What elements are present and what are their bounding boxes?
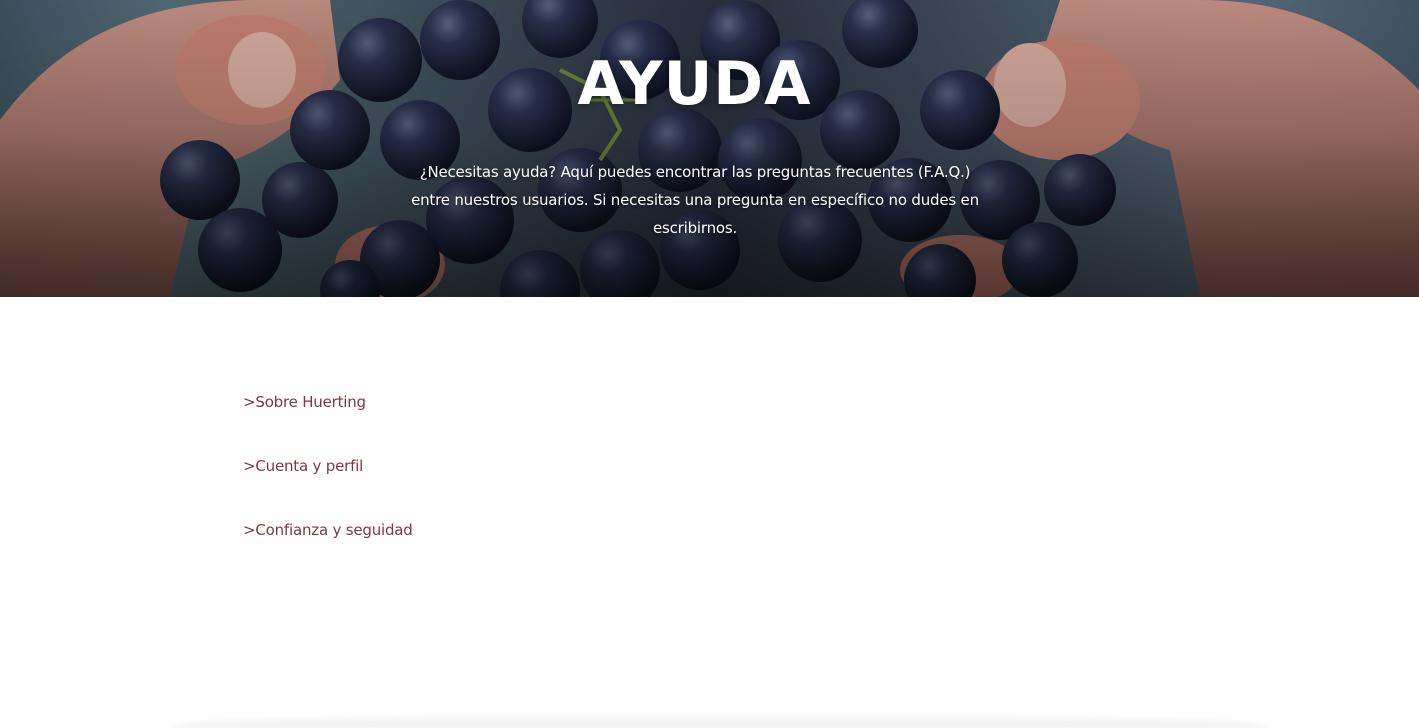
faq-link-confianza-y-seguridad[interactable]: >Confianza y seguidad (243, 517, 413, 543)
faq-link-sobre-huerting[interactable]: >Sobre Huerting (243, 389, 413, 415)
faq-category-list: >Sobre Huerting >Cuenta y perfil >Confia… (243, 389, 413, 581)
faq-link-cuenta-y-perfil[interactable]: >Cuenta y perfil (243, 453, 413, 479)
faq-category-item: >Cuenta y perfil (243, 453, 413, 479)
hero-description: ¿Necesitas ayuda? Aquí puedes encontrar … (411, 163, 979, 237)
page-title: AYUDA (577, 49, 812, 119)
hero-banner: AYUDA ¿Necesitas ayuda? Aquí puedes enco… (0, 0, 1419, 297)
faq-category-item: >Sobre Huerting (243, 389, 413, 415)
footer-shadow-divider (170, 712, 1270, 728)
hero-overlay (0, 0, 1419, 297)
faq-category-item: >Confianza y seguidad (243, 517, 413, 543)
